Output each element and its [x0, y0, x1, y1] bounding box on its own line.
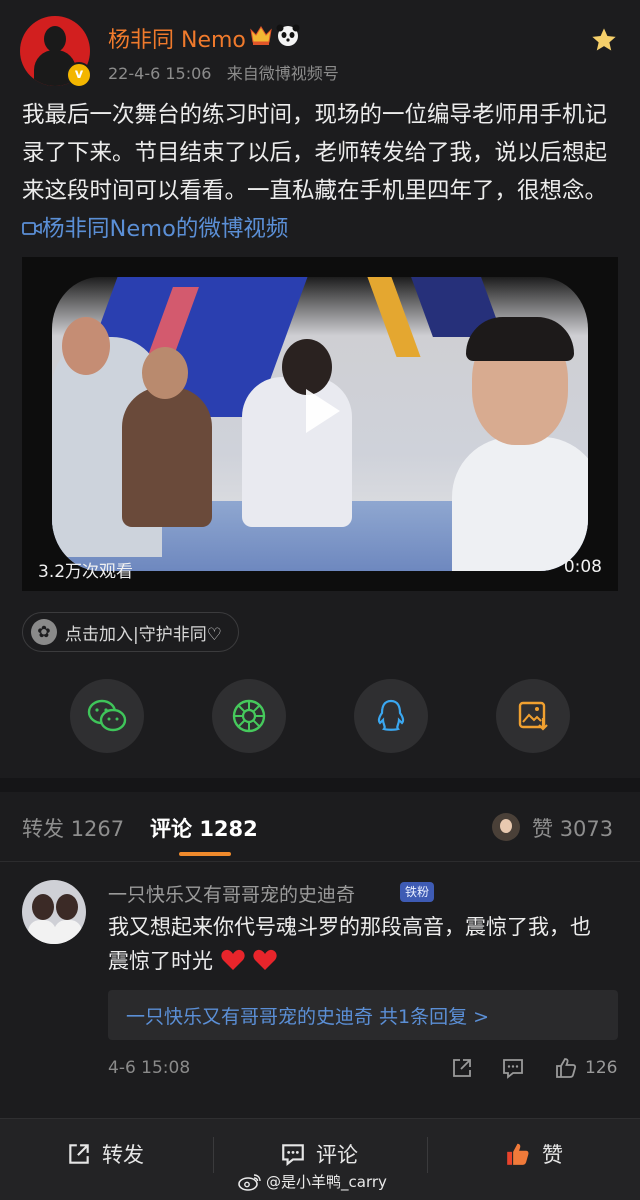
liker-avatar [492, 813, 520, 841]
flower-icon [31, 619, 57, 645]
video-link-text: 杨非同Nemo的微博视频 [42, 216, 289, 242]
wechat-icon [87, 699, 127, 732]
video-duration: 0:08 [563, 557, 602, 577]
author-name[interactable]: 杨非同 Nemo [108, 22, 246, 54]
save-image-icon [518, 701, 548, 731]
post-source[interactable]: 微博视频号 [259, 64, 339, 83]
video-link[interactable]: 杨非同Nemo的微博视频 [22, 216, 288, 242]
like-icon [507, 1143, 529, 1165]
tab-repost-count: 1267 [70, 817, 125, 841]
section-divider [0, 778, 640, 792]
favorite-star-icon[interactable] [590, 26, 618, 54]
commenter-name[interactable]: 一只快乐又有哥哥宠的史迪奇 [108, 880, 355, 907]
tab-repost[interactable]: 转发 1267 [22, 813, 124, 843]
panda-icon [276, 24, 300, 46]
video-link-icon [22, 222, 42, 235]
comment-button[interactable]: 评论 [280, 1137, 358, 1171]
share-qq-button[interactable] [354, 679, 428, 753]
repost-button[interactable]: 转发 [66, 1137, 144, 1171]
heart-emoji-icon [221, 949, 245, 970]
share-wechat-button[interactable] [70, 679, 144, 753]
share-moments-button[interactable] [212, 679, 286, 753]
tab-comment[interactable]: 评论 1282 [150, 813, 258, 843]
post-meta: 22-4-6 15:06 来自微博视频号 [108, 60, 339, 84]
heart-emoji-icon [253, 949, 278, 970]
watermark: @是小羊鸭_carry [238, 1171, 387, 1192]
repost-icon [69, 1144, 89, 1164]
post-body: 我最后一次舞台的练习时间，现场的一位编导老师用手机记录了下来。节目结束了以后，老… [22, 102, 608, 204]
comment-like-count: 126 [585, 1058, 618, 1078]
topic-chip[interactable]: 点击加入|守护非同♡ [22, 612, 239, 652]
video-views: 3.2万次观看 [38, 562, 134, 582]
tab-like[interactable]: 赞 3073 [532, 813, 613, 843]
comment-time: 4-6 15:08 [108, 1058, 191, 1078]
reply-preview-text: 一只快乐又有哥哥宠的史迪奇 共1条回复 > [126, 1006, 490, 1028]
comment-label: 评论 [316, 1143, 358, 1167]
tab-like-count: 3073 [559, 817, 614, 841]
qq-icon [377, 699, 405, 731]
watermark-text: @是小羊鸭_carry [266, 1173, 387, 1191]
bottom-action-bar: 转发 评论 赞 @是小羊鸭_carry [0, 1118, 640, 1200]
fan-badge: 铁粉 [400, 882, 435, 902]
comment-body: 我又想起来你代号魂斗罗的那段高音，震惊了我，也震惊了时光 [108, 915, 591, 973]
post-time: 22-4-6 15:06 [108, 64, 212, 83]
reply-preview[interactable]: 一只快乐又有哥哥宠的史迪奇 共1条回复 > [108, 990, 618, 1040]
comment-text: 我又想起来你代号魂斗罗的那段高音，震惊了我，也震惊了时光 [108, 910, 608, 978]
crown-icon [250, 26, 272, 45]
active-tab-indicator [179, 852, 231, 856]
video-player[interactable]: 3.2万次观看 0:08 [22, 257, 618, 591]
tab-repost-label: 转发 [22, 817, 64, 841]
verified-badge: v [66, 62, 92, 88]
post-text: 我最后一次舞台的练习时间，现场的一位编导老师用手机记录了下来。节目结束了以后，老… [22, 96, 622, 248]
thumbs-up-icon[interactable] [554, 1056, 578, 1080]
tab-like-label: 赞 [532, 817, 553, 841]
commenter-avatar[interactable] [22, 880, 86, 944]
topic-chip-label: 点击加入|守护非同♡ [65, 624, 222, 645]
comment-icon [282, 1144, 304, 1167]
share-comment-icon[interactable] [450, 1056, 474, 1080]
source-prefix: 来自 [226, 64, 259, 83]
tab-comment-count: 1282 [199, 817, 258, 841]
tab-comment-label: 评论 [150, 817, 192, 841]
reply-comment-icon[interactable] [501, 1056, 525, 1080]
like-button[interactable]: 赞 [504, 1137, 563, 1171]
tabs-divider [0, 861, 640, 862]
save-image-button[interactable] [496, 679, 570, 753]
moments-icon [232, 699, 266, 733]
repost-label: 转发 [102, 1143, 144, 1167]
play-icon[interactable] [290, 381, 350, 441]
like-label: 赞 [542, 1143, 563, 1167]
weibo-logo-icon [238, 1173, 261, 1191]
